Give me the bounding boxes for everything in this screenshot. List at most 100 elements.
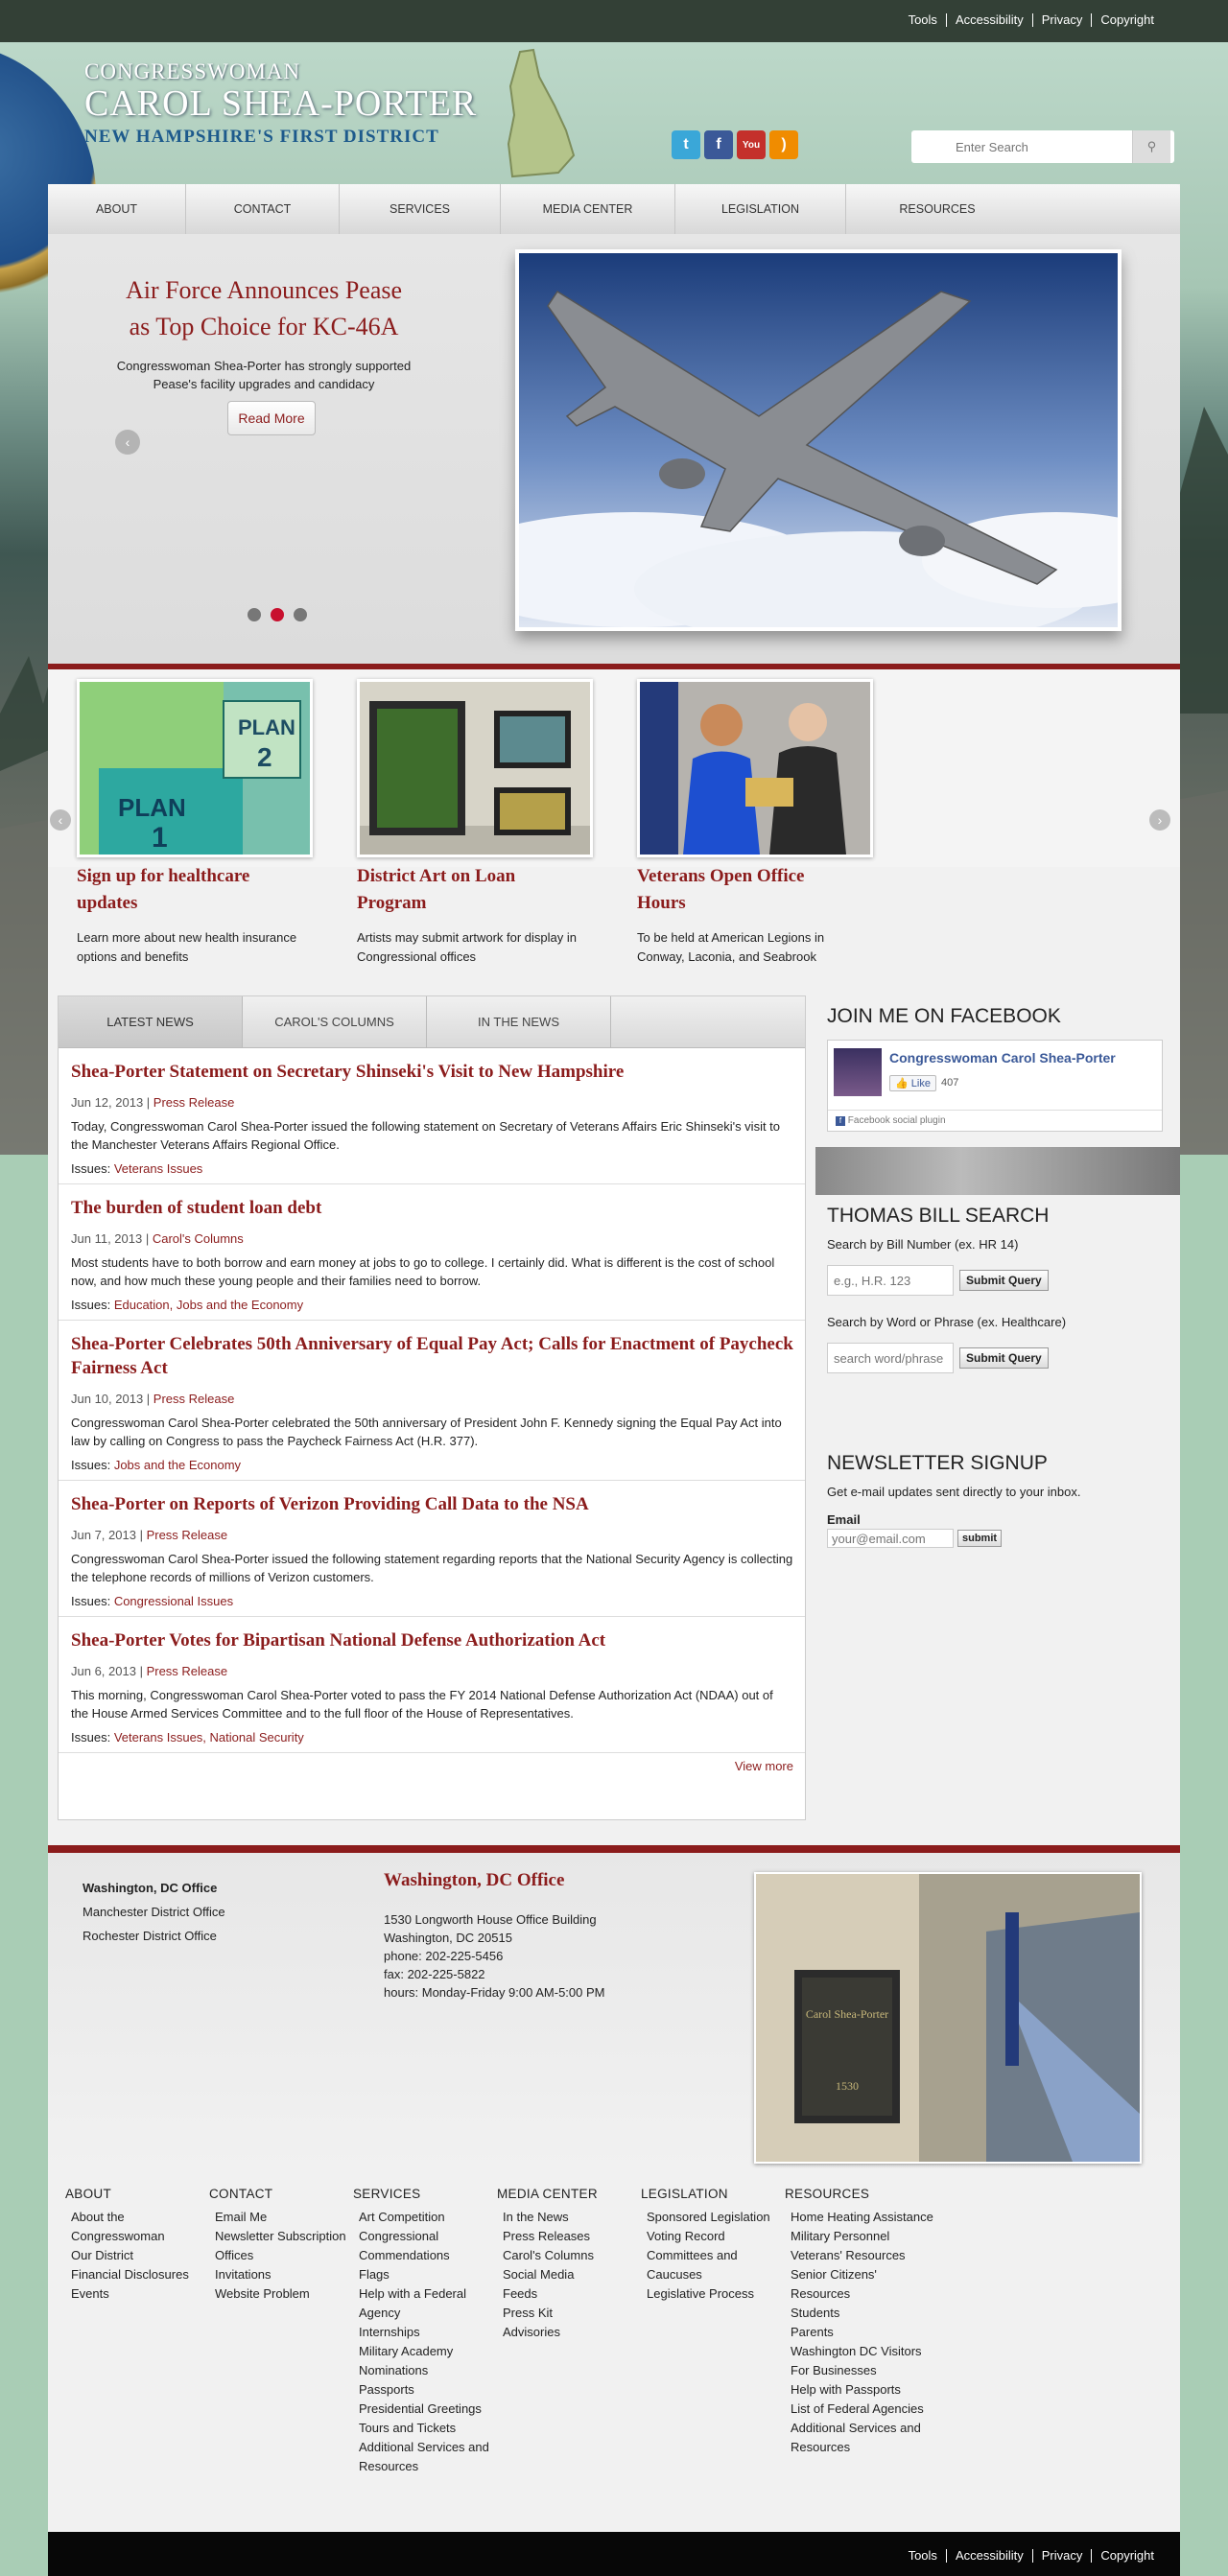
issue-link[interactable]: Veterans Issues [114, 1161, 203, 1176]
issue-link[interactable]: Education, Jobs and the Economy [114, 1298, 303, 1312]
article-type-link[interactable]: Carol's Columns [153, 1231, 244, 1246]
office-dc-link[interactable]: Washington, DC Office [83, 1876, 225, 1900]
sitemap-link[interactable]: In the News [497, 2208, 650, 2227]
sitemap-link[interactable]: Tours and Tickets [353, 2419, 507, 2438]
sitemap-link[interactable]: Email Me [209, 2208, 363, 2227]
read-more-button[interactable]: Read More [227, 401, 316, 435]
sitemap-link[interactable]: Newsletter Subscription [209, 2227, 363, 2246]
accessibility-link[interactable]: Accessibility [945, 2549, 1032, 2563]
sitemap-link[interactable]: Press Releases [497, 2227, 650, 2246]
bill-number-submit-button[interactable]: Submit Query [959, 1270, 1049, 1291]
nav-contact[interactable]: CONTACT [186, 184, 340, 234]
tab-latest-news[interactable]: LATEST NEWS [59, 996, 243, 1047]
sitemap-link[interactable]: Senior Citizens' Resources [785, 2265, 938, 2304]
sitemap-link[interactable]: Website Problem [209, 2284, 363, 2304]
newsletter-submit-button[interactable]: submit [957, 1530, 1003, 1547]
facebook-like-button[interactable]: 👍 Like [889, 1075, 936, 1091]
slider-dot-3[interactable] [294, 608, 307, 621]
slide-image-airplane[interactable] [515, 249, 1122, 631]
slider-dot-2[interactable] [271, 608, 284, 621]
sitemap-link[interactable]: Advisories [497, 2323, 650, 2342]
view-more-link[interactable]: View more [59, 1753, 805, 1779]
feature-healthcare[interactable]: PLAN 2 PLAN 1 Sign up for healthcare upda… [77, 679, 317, 967]
tools-link[interactable]: Tools [900, 2549, 946, 2563]
article-title[interactable]: Shea-Porter on Reports of Verizon Provid… [71, 1492, 793, 1516]
sitemap-link[interactable]: Flags [353, 2265, 507, 2284]
sitemap-link[interactable]: Feeds [497, 2284, 650, 2304]
phrase-submit-button[interactable]: Submit Query [959, 1347, 1049, 1369]
sitemap-link[interactable]: Congressional Commendations [353, 2227, 507, 2265]
sitemap-link[interactable]: Sponsored Legislation [641, 2208, 794, 2227]
article-title[interactable]: Shea-Porter Celebrates 50th Anniversary … [71, 1332, 793, 1380]
article-type-link[interactable]: Press Release [154, 1095, 235, 1110]
twitter-icon[interactable]: t [672, 130, 700, 159]
nav-about[interactable]: ABOUT [48, 184, 186, 234]
sitemap-link[interactable]: Events [65, 2284, 219, 2304]
sitemap-link[interactable]: Presidential Greetings [353, 2400, 507, 2419]
sitemap-heading[interactable]: ABOUT [65, 2185, 219, 2204]
sitemap-link[interactable]: Our District [65, 2246, 219, 2265]
article-type-link[interactable]: Press Release [147, 1528, 228, 1542]
article-title[interactable]: The burden of student loan debt [71, 1196, 793, 1220]
sitemap-link[interactable]: Help with a Federal Agency [353, 2284, 507, 2323]
copyright-link[interactable]: Copyright [1091, 13, 1163, 27]
accessibility-link[interactable]: Accessibility [945, 13, 1032, 27]
rss-icon[interactable]: ) [769, 130, 798, 159]
sitemap-link[interactable]: About the Congresswoman [65, 2208, 219, 2246]
sitemap-link[interactable]: Parents [785, 2323, 938, 2342]
sitemap-link[interactable]: Committees and Caucuses [641, 2246, 794, 2284]
phrase-input[interactable] [827, 1343, 954, 1373]
feature-veterans[interactable]: Veterans Open Office Hours To be held at … [637, 679, 877, 967]
slider-dot-1[interactable] [248, 608, 261, 621]
sitemap-heading[interactable]: SERVICES [353, 2185, 507, 2204]
sitemap-link[interactable]: Internships [353, 2323, 507, 2342]
sitemap-link[interactable]: Financial Disclosures [65, 2265, 219, 2284]
issue-link[interactable]: Jobs and the Economy [114, 1458, 241, 1472]
sitemap-link[interactable]: Legislative Process [641, 2284, 794, 2304]
tab-in-the-news[interactable]: IN THE NEWS [427, 996, 611, 1047]
article-type-link[interactable]: Press Release [147, 1664, 228, 1678]
search-button[interactable]: ⚲ [1132, 130, 1170, 163]
tab-carols-columns[interactable]: CAROL'S COLUMNS [243, 996, 427, 1047]
slider-prev-arrow-icon[interactable]: ‹ [115, 430, 140, 455]
nav-legislation[interactable]: LEGISLATION [675, 184, 846, 234]
sitemap-link[interactable]: Additional Services and Resources [353, 2438, 507, 2476]
sitemap-link[interactable]: Students [785, 2304, 938, 2323]
slide-title[interactable]: Air Force Announces Pease as Top Choice … [106, 272, 422, 345]
sitemap-link[interactable]: Art Competition [353, 2208, 507, 2227]
search-input[interactable] [911, 130, 1132, 163]
facebook-page-name[interactable]: Congresswoman Carol Shea-Porter [889, 1050, 1116, 1066]
sitemap-link[interactable]: Passports [353, 2380, 507, 2400]
sitemap-link[interactable]: List of Federal Agencies [785, 2400, 938, 2419]
youtube-icon[interactable]: You [737, 130, 766, 159]
sitemap-link[interactable]: Invitations [209, 2265, 363, 2284]
sitemap-link[interactable]: Home Heating Assistance [785, 2208, 938, 2227]
feature-prev-arrow-icon[interactable]: ‹ [50, 809, 71, 831]
sitemap-heading[interactable]: LEGISLATION [641, 2185, 794, 2204]
sitemap-link[interactable]: Military Academy Nominations [353, 2342, 507, 2380]
sitemap-link[interactable]: Help with Passports [785, 2380, 938, 2400]
copyright-link[interactable]: Copyright [1091, 2549, 1163, 2563]
office-manchester-link[interactable]: Manchester District Office [83, 1900, 225, 1924]
sitemap-link[interactable]: Washington DC Visitors [785, 2342, 938, 2361]
privacy-link[interactable]: Privacy [1031, 2549, 1092, 2563]
sitemap-heading[interactable]: RESOURCES [785, 2185, 938, 2204]
sitemap-heading[interactable]: MEDIA CENTER [497, 2185, 650, 2204]
article-title[interactable]: Shea-Porter Statement on Secretary Shins… [71, 1060, 793, 1084]
article-type-link[interactable]: Press Release [154, 1392, 235, 1406]
sitemap-heading[interactable]: CONTACT [209, 2185, 363, 2204]
issue-link[interactable]: Congressional Issues [114, 1594, 233, 1608]
sitemap-link[interactable]: For Businesses [785, 2361, 938, 2380]
sitemap-link[interactable]: Press Kit [497, 2304, 650, 2323]
article-title[interactable]: Shea-Porter Votes for Bipartisan Nationa… [71, 1628, 793, 1652]
feature-art[interactable]: District Art on Loan Program Artists may … [357, 679, 597, 967]
issue-link[interactable]: Veterans Issues, National Security [114, 1730, 304, 1745]
email-field[interactable] [827, 1529, 954, 1548]
sitemap-link[interactable]: Additional Services and Resources [785, 2419, 938, 2457]
feature-next-arrow-icon[interactable]: › [1149, 809, 1170, 831]
nav-media-center[interactable]: MEDIA CENTER [501, 184, 675, 234]
sitemap-link[interactable]: Social Media [497, 2265, 650, 2284]
privacy-link[interactable]: Privacy [1031, 13, 1092, 27]
sitemap-link[interactable]: Carol's Columns [497, 2246, 650, 2265]
sitemap-link[interactable]: Military Personnel [785, 2227, 938, 2246]
